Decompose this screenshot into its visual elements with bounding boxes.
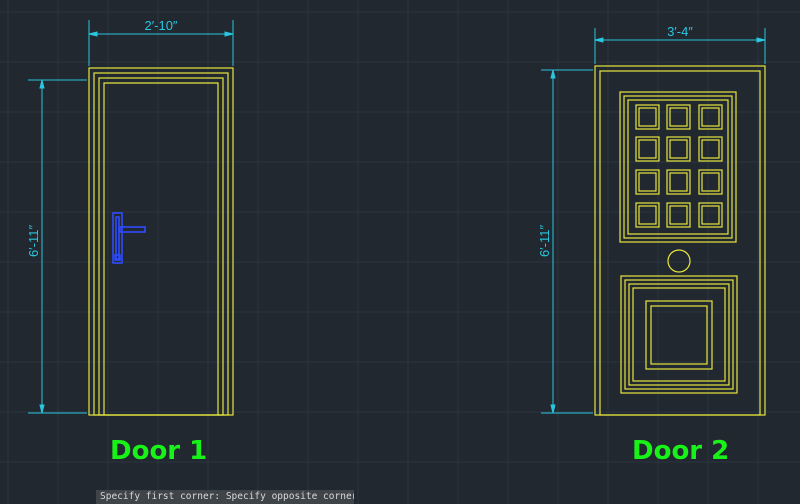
dim-arrowhead xyxy=(224,31,234,37)
door-1-height-dimension: 6′-11″ xyxy=(26,225,41,257)
door-2-lower-panel-2 xyxy=(624,279,734,390)
glass-lite-inner xyxy=(669,107,688,127)
dim-arrowhead xyxy=(550,69,556,79)
glass-lite-inner xyxy=(638,172,657,192)
door-2-height-dimension: 6′-11″ xyxy=(537,225,552,257)
door-handle-keyhole xyxy=(114,254,121,261)
door-2[interactable] xyxy=(594,65,766,416)
door-1-frame-outer xyxy=(88,67,234,416)
door-1-handle[interactable] xyxy=(112,212,146,264)
glass-lite-inner xyxy=(701,139,720,159)
background-grid xyxy=(0,0,800,504)
glass-lite-inner xyxy=(701,172,720,192)
door-1-label: Door 1 xyxy=(110,436,208,466)
glass-lite-inner xyxy=(669,205,688,225)
door-handle-backplate-inner xyxy=(115,216,120,260)
door-2-lower-panel-5 xyxy=(645,300,713,370)
door-2-label: Door 2 xyxy=(632,436,730,466)
dim-arrowhead xyxy=(594,37,604,43)
glass-lite-inner xyxy=(669,172,688,192)
glass-lite-inner xyxy=(638,107,657,127)
drawing-canvas[interactable]: 2′-10″ 6′-11″ 3′-4″ 6′-11″ xyxy=(0,0,800,504)
dim-arrowhead xyxy=(39,79,45,89)
door-2-lower-panel-3 xyxy=(628,283,730,386)
door-2-lower-panel-1 xyxy=(620,275,738,394)
glass-lite-inner xyxy=(701,205,720,225)
door-1-frame-inner xyxy=(98,77,224,416)
door-2-lower-panel-6 xyxy=(650,305,708,365)
door-2-glass-lites xyxy=(635,104,723,228)
door-2-upper-panel-middle xyxy=(623,95,733,239)
command-line-history[interactable]: Specify first corner: Specify opposite c… xyxy=(96,490,354,504)
door-1-leaf xyxy=(103,82,219,415)
door-1[interactable] xyxy=(88,67,234,416)
glass-lite-inner xyxy=(701,107,720,127)
dim-arrowhead xyxy=(88,31,98,37)
door-1-width-dimension: 2′-10″ xyxy=(144,18,177,33)
door-2-upper-panel-inner xyxy=(627,99,729,235)
dim-arrowhead xyxy=(756,37,766,43)
door-1-dimensions[interactable] xyxy=(28,20,234,414)
glass-lite-inner xyxy=(638,139,657,159)
door-handle-lever xyxy=(119,226,146,233)
glass-lite-inner xyxy=(638,205,657,225)
door-2-width-dimension: 3′-4″ xyxy=(667,24,693,39)
peephole-icon xyxy=(667,249,691,273)
door-2-lower-panel-4 xyxy=(632,287,726,382)
glass-lite-inner xyxy=(669,139,688,159)
